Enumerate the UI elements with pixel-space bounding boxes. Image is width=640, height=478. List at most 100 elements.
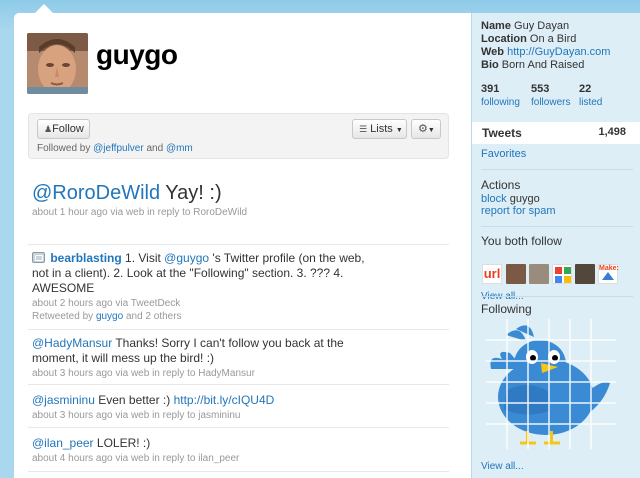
tweets-count: 1,498 xyxy=(598,126,626,138)
followed-by-and: and xyxy=(143,143,166,154)
followers-count: 553 xyxy=(531,83,550,95)
web-link[interactable]: http://GuyDayan.com xyxy=(507,46,610,58)
following-count: 391 xyxy=(481,83,500,95)
mention-link[interactable]: @ilan_peer xyxy=(32,436,94,450)
retweet-prefix: Retweeted by xyxy=(32,311,96,322)
location-label: Location xyxy=(481,33,527,45)
tweet-body: Yay! :) xyxy=(160,182,222,204)
tweet-meta: about 3 hours ago via web in reply to Ha… xyxy=(32,368,255,379)
url-badge-text: url xyxy=(483,266,501,281)
following-heading: Following xyxy=(481,302,532,316)
both-follow-heading: You both follow xyxy=(481,234,562,248)
followed-by-prefix: Followed by xyxy=(37,143,94,154)
header-notch xyxy=(35,4,53,13)
followers-stat[interactable]: 553 followers xyxy=(531,83,570,108)
tweet-meta: about 3 hours ago via web in reply to ja… xyxy=(32,410,241,421)
followed-by-text: Followed by @jeffpulver and @mm xyxy=(37,143,193,154)
mention-link[interactable]: @RoroDeWild xyxy=(32,182,160,204)
tweet-text: bearblasting 1. Visit @guygo 's Twitter … xyxy=(32,251,372,296)
tweet-text: @jasmininu Even better :) http://bit.ly/… xyxy=(32,393,452,408)
divider xyxy=(28,329,449,330)
block-user: guygo xyxy=(509,193,540,205)
web-row: Web http://GuyDayan.com xyxy=(481,46,610,59)
favorites-link[interactable]: Favorites xyxy=(481,148,526,160)
following-label: following xyxy=(481,97,520,108)
followed-user-avatar[interactable] xyxy=(506,264,526,284)
followers-label: followers xyxy=(531,97,571,108)
name-row: Name Guy Dayan xyxy=(481,20,610,33)
tweet-text: @RoroDeWild Yay! :) xyxy=(32,181,452,205)
web-label: Web xyxy=(481,46,505,58)
lists-label: Lists xyxy=(370,123,393,135)
tweet: @ilan_peer LOLER! :) about 4 hours ago v… xyxy=(32,436,452,464)
follow-label: Follow xyxy=(52,123,84,135)
divider xyxy=(481,226,633,227)
followed-user-avatar[interactable] xyxy=(552,264,572,284)
bio-block: Name Guy Dayan Location On a Bird Web ht… xyxy=(481,20,610,72)
tweet-meta: about 1 hour ago via web in reply to Ror… xyxy=(32,207,248,218)
location-row: Location On a Bird xyxy=(481,33,610,46)
tweet: bearblasting 1. Visit @guygo 's Twitter … xyxy=(32,251,372,322)
profile-actions-bar: ♟Follow ☰ Lists ▼ ⚙▼ Followed by @jeffpu… xyxy=(28,113,449,159)
report-spam-link[interactable]: report for spam xyxy=(481,205,556,217)
tweet-body: 1. Visit xyxy=(121,251,165,265)
followed-user-avatar[interactable] xyxy=(529,264,549,284)
followed-user-avatar[interactable]: Make: xyxy=(598,264,619,284)
followed-user-avatar[interactable]: url xyxy=(482,264,502,284)
chevron-down-icon: ▼ xyxy=(395,127,403,134)
tweet-body: LOLER! :) xyxy=(93,436,151,450)
list-icon: ☰ xyxy=(359,124,368,134)
mention-link[interactable]: @guygo xyxy=(164,251,209,265)
avatar[interactable] xyxy=(27,33,88,94)
gear-icon: ⚙ xyxy=(418,123,428,135)
main-content: guygo ♟Follow ☰ Lists ▼ ⚙▼ Followed by @… xyxy=(14,13,471,478)
location-value: On a Bird xyxy=(529,33,577,45)
bio-label: Bio xyxy=(481,59,499,71)
block-link[interactable]: block xyxy=(481,193,507,205)
mention-link[interactable]: @HadyMansur xyxy=(32,336,112,350)
block-row: block guygo xyxy=(481,193,540,205)
retweet-icon xyxy=(32,252,45,263)
listed-count: 22 xyxy=(579,83,592,95)
bio-row: Bio Born And Raised xyxy=(481,59,610,72)
following-avatar-grid[interactable] xyxy=(486,319,616,449)
divider xyxy=(481,296,633,297)
tweet-meta: about 4 hours ago via web in reply to il… xyxy=(32,453,240,464)
followed-user-avatar[interactable] xyxy=(575,264,595,284)
page-title: guygo xyxy=(96,39,178,70)
following-stat[interactable]: 391 following xyxy=(481,83,520,108)
lists-button[interactable]: ☰ Lists ▼ xyxy=(352,119,407,139)
divider xyxy=(481,169,633,170)
tweets-label: Tweets xyxy=(482,126,522,140)
tweet-body: Even better :) xyxy=(94,393,174,407)
divider xyxy=(28,384,449,385)
tweet: @HadyMansur Thanks! Sorry I can't follow… xyxy=(32,336,377,379)
tweets-nav-item[interactable]: Tweets 1,498 xyxy=(472,122,640,144)
tweet-text: @ilan_peer LOLER! :) xyxy=(32,436,452,451)
gear-button[interactable]: ⚙▼ xyxy=(411,119,441,139)
listed-label: listed xyxy=(579,97,603,108)
retweeted-by: Retweeted by guygo and 2 others xyxy=(32,311,372,322)
listed-stat[interactable]: 22 listed xyxy=(579,83,602,108)
make-badge-text: Make: xyxy=(599,265,619,272)
view-all-link[interactable]: View all... xyxy=(481,461,524,472)
follow-button[interactable]: ♟Follow xyxy=(37,119,90,139)
tweet-text: @HadyMansur Thanks! Sorry I can't follow… xyxy=(32,336,377,366)
mention-link[interactable]: @jasmininu xyxy=(32,393,95,407)
url-link[interactable]: http://bit.ly/cIQU4D xyxy=(174,393,275,407)
add-user-icon: ♟ xyxy=(44,124,53,134)
actions-heading: Actions xyxy=(481,178,521,192)
tweet: @RoroDeWild Yay! :) about 1 hour ago via… xyxy=(32,181,452,218)
retweet-user-link[interactable]: guygo xyxy=(96,311,123,322)
divider xyxy=(28,427,449,428)
tweet: @jasmininu Even better :) http://bit.ly/… xyxy=(32,393,452,421)
bio-value: Born And Raised xyxy=(501,59,585,71)
name-value: Guy Dayan xyxy=(514,20,570,32)
divider xyxy=(28,471,449,472)
author-link[interactable]: bearblasting xyxy=(50,251,121,265)
followed-by-user-link[interactable]: @mm xyxy=(166,143,193,154)
chevron-down-icon: ▼ xyxy=(427,127,435,134)
retweet-suffix: and 2 others xyxy=(123,311,182,322)
divider xyxy=(28,244,449,245)
followed-by-user-link[interactable]: @jeffpulver xyxy=(93,143,144,154)
